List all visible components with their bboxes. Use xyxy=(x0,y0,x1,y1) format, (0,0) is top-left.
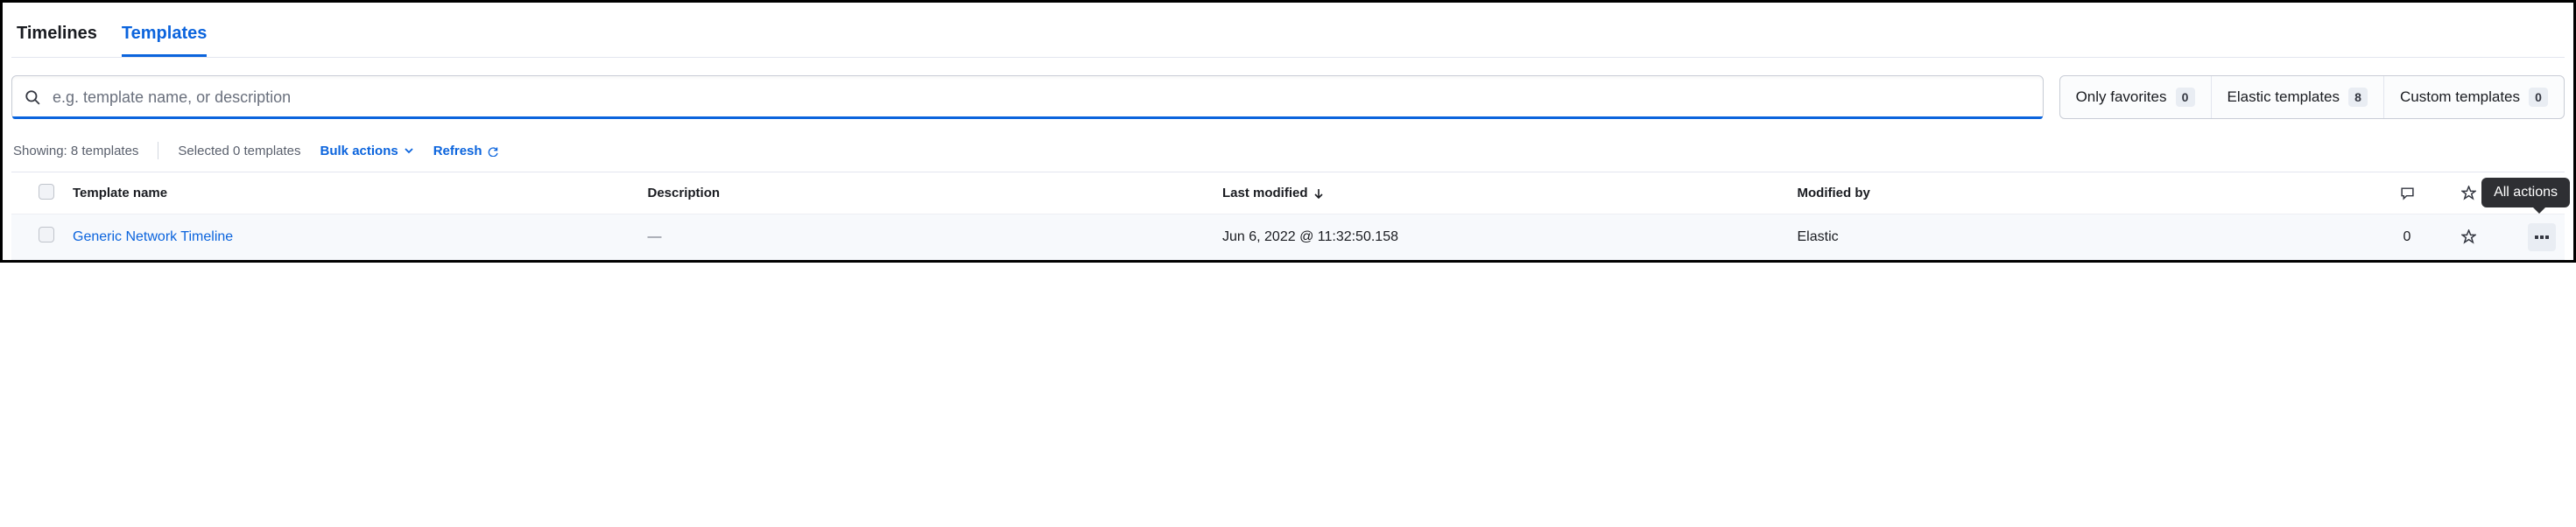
more-icon xyxy=(2534,231,2550,243)
row-comment-count: 0 xyxy=(2404,229,2411,245)
col-label: Last modified xyxy=(1222,186,1308,200)
bulk-actions-button[interactable]: Bulk actions xyxy=(320,144,414,158)
star-icon xyxy=(2461,186,2476,200)
bulk-actions-label: Bulk actions xyxy=(320,144,398,158)
template-name-link[interactable]: Generic Network Timeline xyxy=(73,229,648,245)
tabs: Timelines Templates xyxy=(11,13,2565,58)
tab-templates[interactable]: Templates xyxy=(122,18,207,57)
filter-label: Custom templates xyxy=(2400,88,2520,106)
search-input[interactable] xyxy=(40,76,2031,118)
chevron-down-icon xyxy=(404,145,414,156)
refresh-label: Refresh xyxy=(433,144,482,158)
sort-desc-icon xyxy=(1313,188,1324,199)
col-modified-by[interactable]: Modified by xyxy=(1798,186,2373,200)
col-favorite xyxy=(2454,179,2482,207)
count-badge: 0 xyxy=(2176,88,2195,107)
col-comments xyxy=(2393,179,2421,207)
col-description[interactable]: Description xyxy=(648,186,1223,200)
table-header: Template name Description Last modified … xyxy=(11,172,2565,214)
filter-custom-templates[interactable]: Custom templates 0 xyxy=(2383,76,2564,118)
filter-label: Elastic templates xyxy=(2228,88,2340,106)
col-template-name[interactable]: Template name xyxy=(73,186,648,200)
comment-icon xyxy=(2400,186,2415,200)
row-favorite-button[interactable] xyxy=(2454,223,2482,251)
filter-only-favorites[interactable]: Only favorites 0 xyxy=(2060,76,2211,118)
row-all-actions-button[interactable] xyxy=(2528,223,2556,251)
row-last-modified: Jun 6, 2022 @ 11:32:50.158 xyxy=(1222,229,1798,245)
search-icon xyxy=(25,89,40,105)
tab-timelines[interactable]: Timelines xyxy=(17,18,97,57)
star-icon xyxy=(2461,229,2476,244)
refresh-icon xyxy=(488,145,499,157)
row-description: — xyxy=(648,229,1223,245)
refresh-button[interactable]: Refresh xyxy=(433,144,499,158)
filter-elastic-templates[interactable]: Elastic templates 8 xyxy=(2211,76,2384,118)
search-box[interactable] xyxy=(11,75,2044,119)
col-last-modified[interactable]: Last modified xyxy=(1222,186,1798,200)
selected-count: Selected 0 templates xyxy=(178,144,300,158)
filter-group: Only favorites 0 Elastic templates 8 Cus… xyxy=(2059,75,2565,119)
templates-table: Template name Description Last modified … xyxy=(11,172,2565,260)
count-badge: 0 xyxy=(2529,88,2548,107)
showing-count: Showing: 8 templates xyxy=(13,144,138,158)
row-modified-by: Elastic xyxy=(1798,229,2373,245)
toolbar: Only favorites 0 Elastic templates 8 Cus… xyxy=(11,75,2565,119)
select-all-checkbox[interactable] xyxy=(39,184,54,200)
filter-label: Only favorites xyxy=(2076,88,2167,106)
row-checkbox[interactable] xyxy=(39,227,54,242)
table-row: Generic Network Timeline — Jun 6, 2022 @… xyxy=(11,214,2565,260)
status-row: Showing: 8 templates Selected 0 template… xyxy=(11,142,2565,159)
count-badge: 8 xyxy=(2348,88,2368,107)
